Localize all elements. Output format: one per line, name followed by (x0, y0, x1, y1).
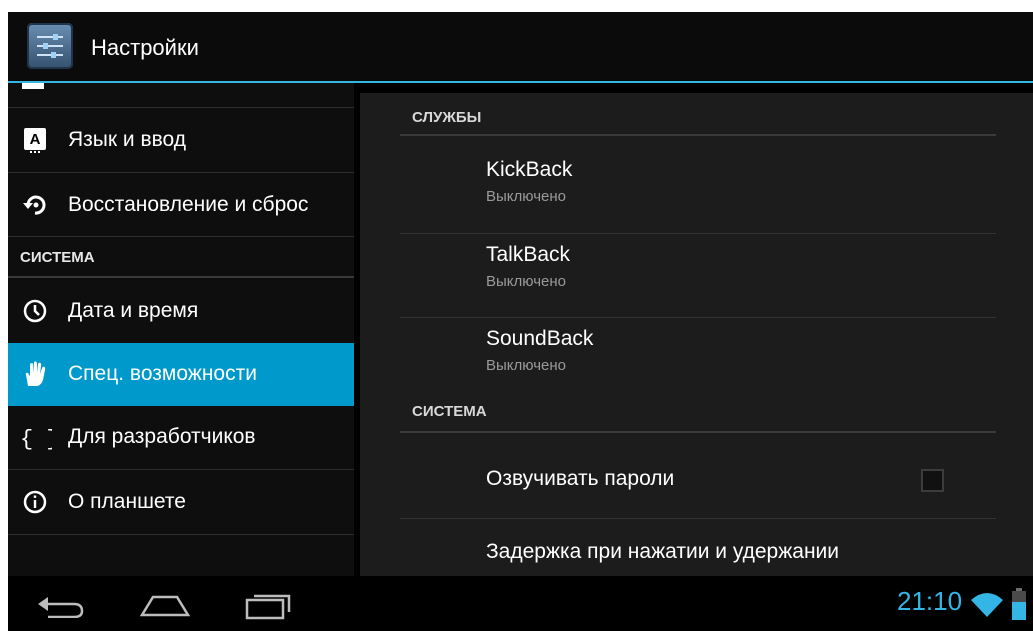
language-icon: A (22, 127, 48, 153)
sidebar-item-label: Язык и ввод (68, 128, 187, 151)
sidebar-item-backup-reset[interactable]: Восстановление и сброс (8, 174, 354, 236)
sidebar-item-accessibility[interactable]: Спец. возможности (8, 343, 354, 406)
tablet-screen: Настройки A Язык и ввод Восстановление и… (8, 12, 1033, 631)
section-divider (400, 134, 996, 136)
sidebar-item-label: Дата и время (68, 299, 199, 322)
divider (8, 534, 354, 535)
sidebar-item-label: Спец. возможности (68, 362, 257, 385)
sidebar-item-about-tablet[interactable]: О планшете (8, 471, 354, 533)
divider (400, 317, 996, 318)
sidebar-section-header: СИСТЕМА (20, 249, 95, 266)
braces-icon: { } (20, 424, 60, 452)
svg-text:A: A (30, 131, 41, 148)
battery-icon[interactable] (1012, 588, 1026, 625)
service-title: KickBack (486, 158, 573, 181)
svg-text:{ }: { } (20, 427, 52, 450)
divider (8, 236, 354, 237)
section-divider (8, 276, 354, 278)
service-status: Выключено (486, 188, 566, 205)
accessibility-panel: СЛУЖБЫ KickBack Выключено TalkBack Выклю… (360, 93, 1033, 576)
divider (400, 233, 996, 234)
section-header-system: СИСТЕМА (412, 403, 487, 420)
info-icon (22, 489, 48, 515)
sidebar-item-label: Восстановление и сброс (68, 193, 309, 216)
divider (8, 172, 354, 173)
backup-reset-icon (22, 192, 48, 218)
sidebar-item-date-time[interactable]: Дата и время (8, 280, 354, 342)
section-header-services: СЛУЖБЫ (412, 109, 482, 126)
service-status: Выключено (486, 273, 566, 290)
speak-passwords-checkbox[interactable] (921, 469, 944, 492)
settings-app-icon[interactable] (27, 23, 73, 69)
service-title: SoundBack (486, 327, 594, 350)
sidebar-item-label: О планшете (68, 490, 186, 513)
app-title: Настройки (91, 35, 199, 60)
divider (8, 107, 354, 108)
setting-label: Озвучивать пароли (486, 467, 675, 490)
setting-label: Задержка при нажатии и удержании (486, 540, 840, 563)
scrolled-item-icon (22, 83, 44, 89)
settings-sidebar: A Язык и ввод Восстановление и сброс СИС… (8, 83, 354, 576)
sidebar-item-label: Для разработчиков (68, 425, 256, 448)
clock-icon (22, 298, 48, 324)
status-clock[interactable]: 21:10 (897, 586, 962, 617)
back-icon[interactable] (36, 590, 86, 623)
divider (400, 518, 996, 519)
wifi-icon[interactable] (970, 590, 1004, 623)
system-navigation-bar: 21:10 (8, 576, 1033, 631)
home-icon[interactable] (139, 594, 191, 623)
divider (8, 469, 354, 470)
service-title: TalkBack (486, 243, 571, 266)
service-status: Выключено (486, 357, 566, 374)
hand-icon (22, 361, 48, 387)
sidebar-item-language[interactable]: A Язык и ввод (8, 109, 354, 171)
sidebar-item-developer-options[interactable]: { } Для разработчиков (8, 406, 354, 468)
section-divider (400, 431, 996, 433)
recent-apps-icon[interactable] (243, 592, 293, 625)
action-bar: Настройки (8, 12, 1033, 83)
